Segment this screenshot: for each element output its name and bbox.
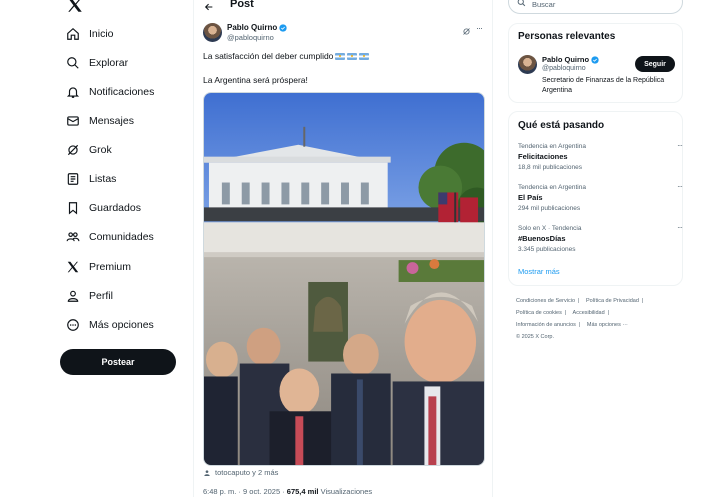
- trend-item[interactable]: Solo en X · Tendencia #BuenosDías 3.345 …: [518, 223, 683, 253]
- nav-label: Guardados: [89, 202, 141, 214]
- main-column: Post Pablo Quirno @pabloquirno ··· La sa…: [193, 0, 493, 497]
- nav-label: Listas: [89, 173, 117, 185]
- nav-item-profile[interactable]: Perfil: [66, 286, 113, 306]
- card-title: Personas relevantes: [518, 31, 616, 42]
- author-name-text: Pablo Quirno: [227, 23, 278, 32]
- author-name[interactable]: Pablo Quirno: [227, 23, 287, 32]
- trends-card: Qué está pasando Tendencia en Argentina …: [508, 111, 683, 286]
- list-icon: [66, 172, 80, 186]
- nav-item-notifications[interactable]: Notificaciones: [66, 82, 154, 102]
- nav-label: Notificaciones: [89, 86, 155, 98]
- person-icon: [66, 289, 80, 303]
- nav-label: Mensajes: [89, 115, 134, 127]
- footer-link[interactable]: Accesibilidad: [573, 310, 605, 316]
- relevant-bio: Secretario de Finanzas de la República A…: [542, 77, 665, 94]
- trend-count: 3.345 publicaciones: [518, 246, 576, 253]
- x-logo-icon[interactable]: [66, 0, 84, 14]
- trend-name: #BuenosDías: [518, 234, 566, 243]
- trend-count: 294 mil publicaciones: [518, 205, 581, 212]
- tweet-photo[interactable]: [203, 92, 485, 466]
- card-title: Qué está pasando: [518, 120, 605, 131]
- nav-item-communities[interactable]: Comunidades: [66, 227, 154, 247]
- nav-label: Explorar: [89, 57, 129, 69]
- tagged-text: totocaputo y 2 más: [215, 468, 279, 477]
- show-more-link[interactable]: Mostrar más: [518, 267, 560, 276]
- grok-icon: [66, 143, 80, 157]
- communities-icon: [66, 230, 80, 244]
- nav-item-home[interactable]: Inicio: [66, 24, 114, 44]
- footer-links: Condiciones de Servicio | Política de Pri…: [516, 298, 644, 340]
- avatar[interactable]: [518, 55, 537, 74]
- trend-context: Solo en X · Tendencia: [518, 225, 582, 232]
- nav-item-premium[interactable]: Premium: [66, 257, 131, 277]
- search-icon: [66, 56, 80, 70]
- trend-name: El País: [518, 193, 543, 202]
- search-input[interactable]: Buscar: [508, 0, 683, 14]
- footer-link[interactable]: Política de Privacidad: [586, 298, 639, 304]
- relevant-people-card: Personas relevantes Pablo Quirno @pabloq…: [508, 23, 683, 103]
- tweet-text: La satisfacción del deber cumplido: [203, 51, 334, 61]
- footer-link[interactable]: Información de anuncios: [516, 322, 576, 328]
- author-handle[interactable]: @pabloquirno: [227, 33, 274, 42]
- home-icon: [66, 27, 80, 41]
- back-arrow-icon[interactable]: [204, 0, 214, 11]
- trend-context: Tendencia en Argentina: [518, 143, 586, 150]
- verified-badge-icon: [591, 55, 599, 64]
- nav-item-bookmarks[interactable]: Guardados: [66, 198, 141, 218]
- nav-item-explore[interactable]: Explorar: [66, 53, 128, 73]
- follow-button[interactable]: Seguir: [635, 56, 675, 72]
- footer-link[interactable]: Más opciones ···: [587, 322, 628, 328]
- tagged-users[interactable]: totocaputo y 2 más: [203, 468, 278, 477]
- tweet-timestamp[interactable]: 6:48 p. m. · 9 oct. 2025 ·: [203, 487, 287, 496]
- nav-label: Comunidades: [89, 231, 154, 243]
- argentina-flag-icon: [347, 52, 358, 60]
- person-tag-icon: [203, 469, 211, 477]
- more-options-icon[interactable]: ···: [476, 23, 483, 33]
- tweet-text-line1: La satisfacción del deber cumplido: [203, 51, 370, 61]
- bookmark-icon: [66, 201, 80, 215]
- tweet-meta: 6:48 p. m. · 9 oct. 2025 · 675,4 mil Vis…: [203, 487, 372, 496]
- relevant-handle[interactable]: @pabloquirno: [542, 65, 586, 72]
- more-circle-icon: [66, 318, 80, 332]
- trend-context: Tendencia en Argentina: [518, 184, 586, 191]
- bell-icon: [66, 85, 80, 99]
- more-options-icon[interactable]: ···: [677, 223, 683, 232]
- verified-badge-icon: [279, 23, 287, 32]
- relevant-name-text: Pablo Quirno: [542, 55, 590, 64]
- copyright: © 2025 X Corp.: [516, 334, 554, 340]
- tweet-text-line2: La Argentina será próspera!: [203, 75, 308, 85]
- trend-item[interactable]: Tendencia en Argentina Felicitaciones 18…: [518, 141, 683, 171]
- views-label: Visualizaciones: [318, 487, 373, 496]
- nav-label: Más opciones: [89, 319, 154, 331]
- footer-link[interactable]: Condiciones de Servicio: [516, 298, 575, 304]
- nav-label: Perfil: [89, 290, 113, 302]
- trend-item[interactable]: Tendencia en Argentina El País 294 mil p…: [518, 182, 683, 212]
- grok-explain-icon[interactable]: [462, 23, 471, 35]
- search-icon: [517, 0, 526, 6]
- relevant-name[interactable]: Pablo Quirno: [542, 55, 599, 64]
- argentina-flag-icon: [359, 52, 370, 60]
- nav-item-lists[interactable]: Listas: [66, 169, 116, 189]
- trend-name: Felicitaciones: [518, 152, 568, 161]
- nav-label: Premium: [89, 261, 132, 273]
- post-button[interactable]: Postear: [60, 349, 176, 375]
- nav-item-messages[interactable]: Mensajes: [66, 111, 134, 131]
- trend-count: 18,8 mil publicaciones: [518, 164, 582, 171]
- mail-icon: [66, 114, 80, 128]
- views-count: 675,4 mil: [286, 487, 319, 496]
- nav-label: Grok: [89, 144, 112, 156]
- nav-label: Inicio: [89, 28, 114, 40]
- left-sidebar: Inicio Explorar Notificaciones Mensajes …: [55, 0, 190, 497]
- nav-item-grok[interactable]: Grok: [66, 140, 112, 160]
- more-options-icon[interactable]: ···: [677, 182, 683, 191]
- more-options-icon[interactable]: ···: [677, 141, 683, 150]
- author-avatar[interactable]: [203, 23, 222, 42]
- x-premium-icon: [66, 260, 80, 274]
- page-title: Post: [230, 0, 254, 10]
- nav-item-more[interactable]: Más opciones: [66, 315, 154, 335]
- post-header: Post: [204, 0, 254, 13]
- footer-link[interactable]: Política de cookies: [516, 310, 562, 316]
- argentina-flag-icon: [335, 52, 346, 60]
- search-placeholder: Buscar: [532, 0, 556, 9]
